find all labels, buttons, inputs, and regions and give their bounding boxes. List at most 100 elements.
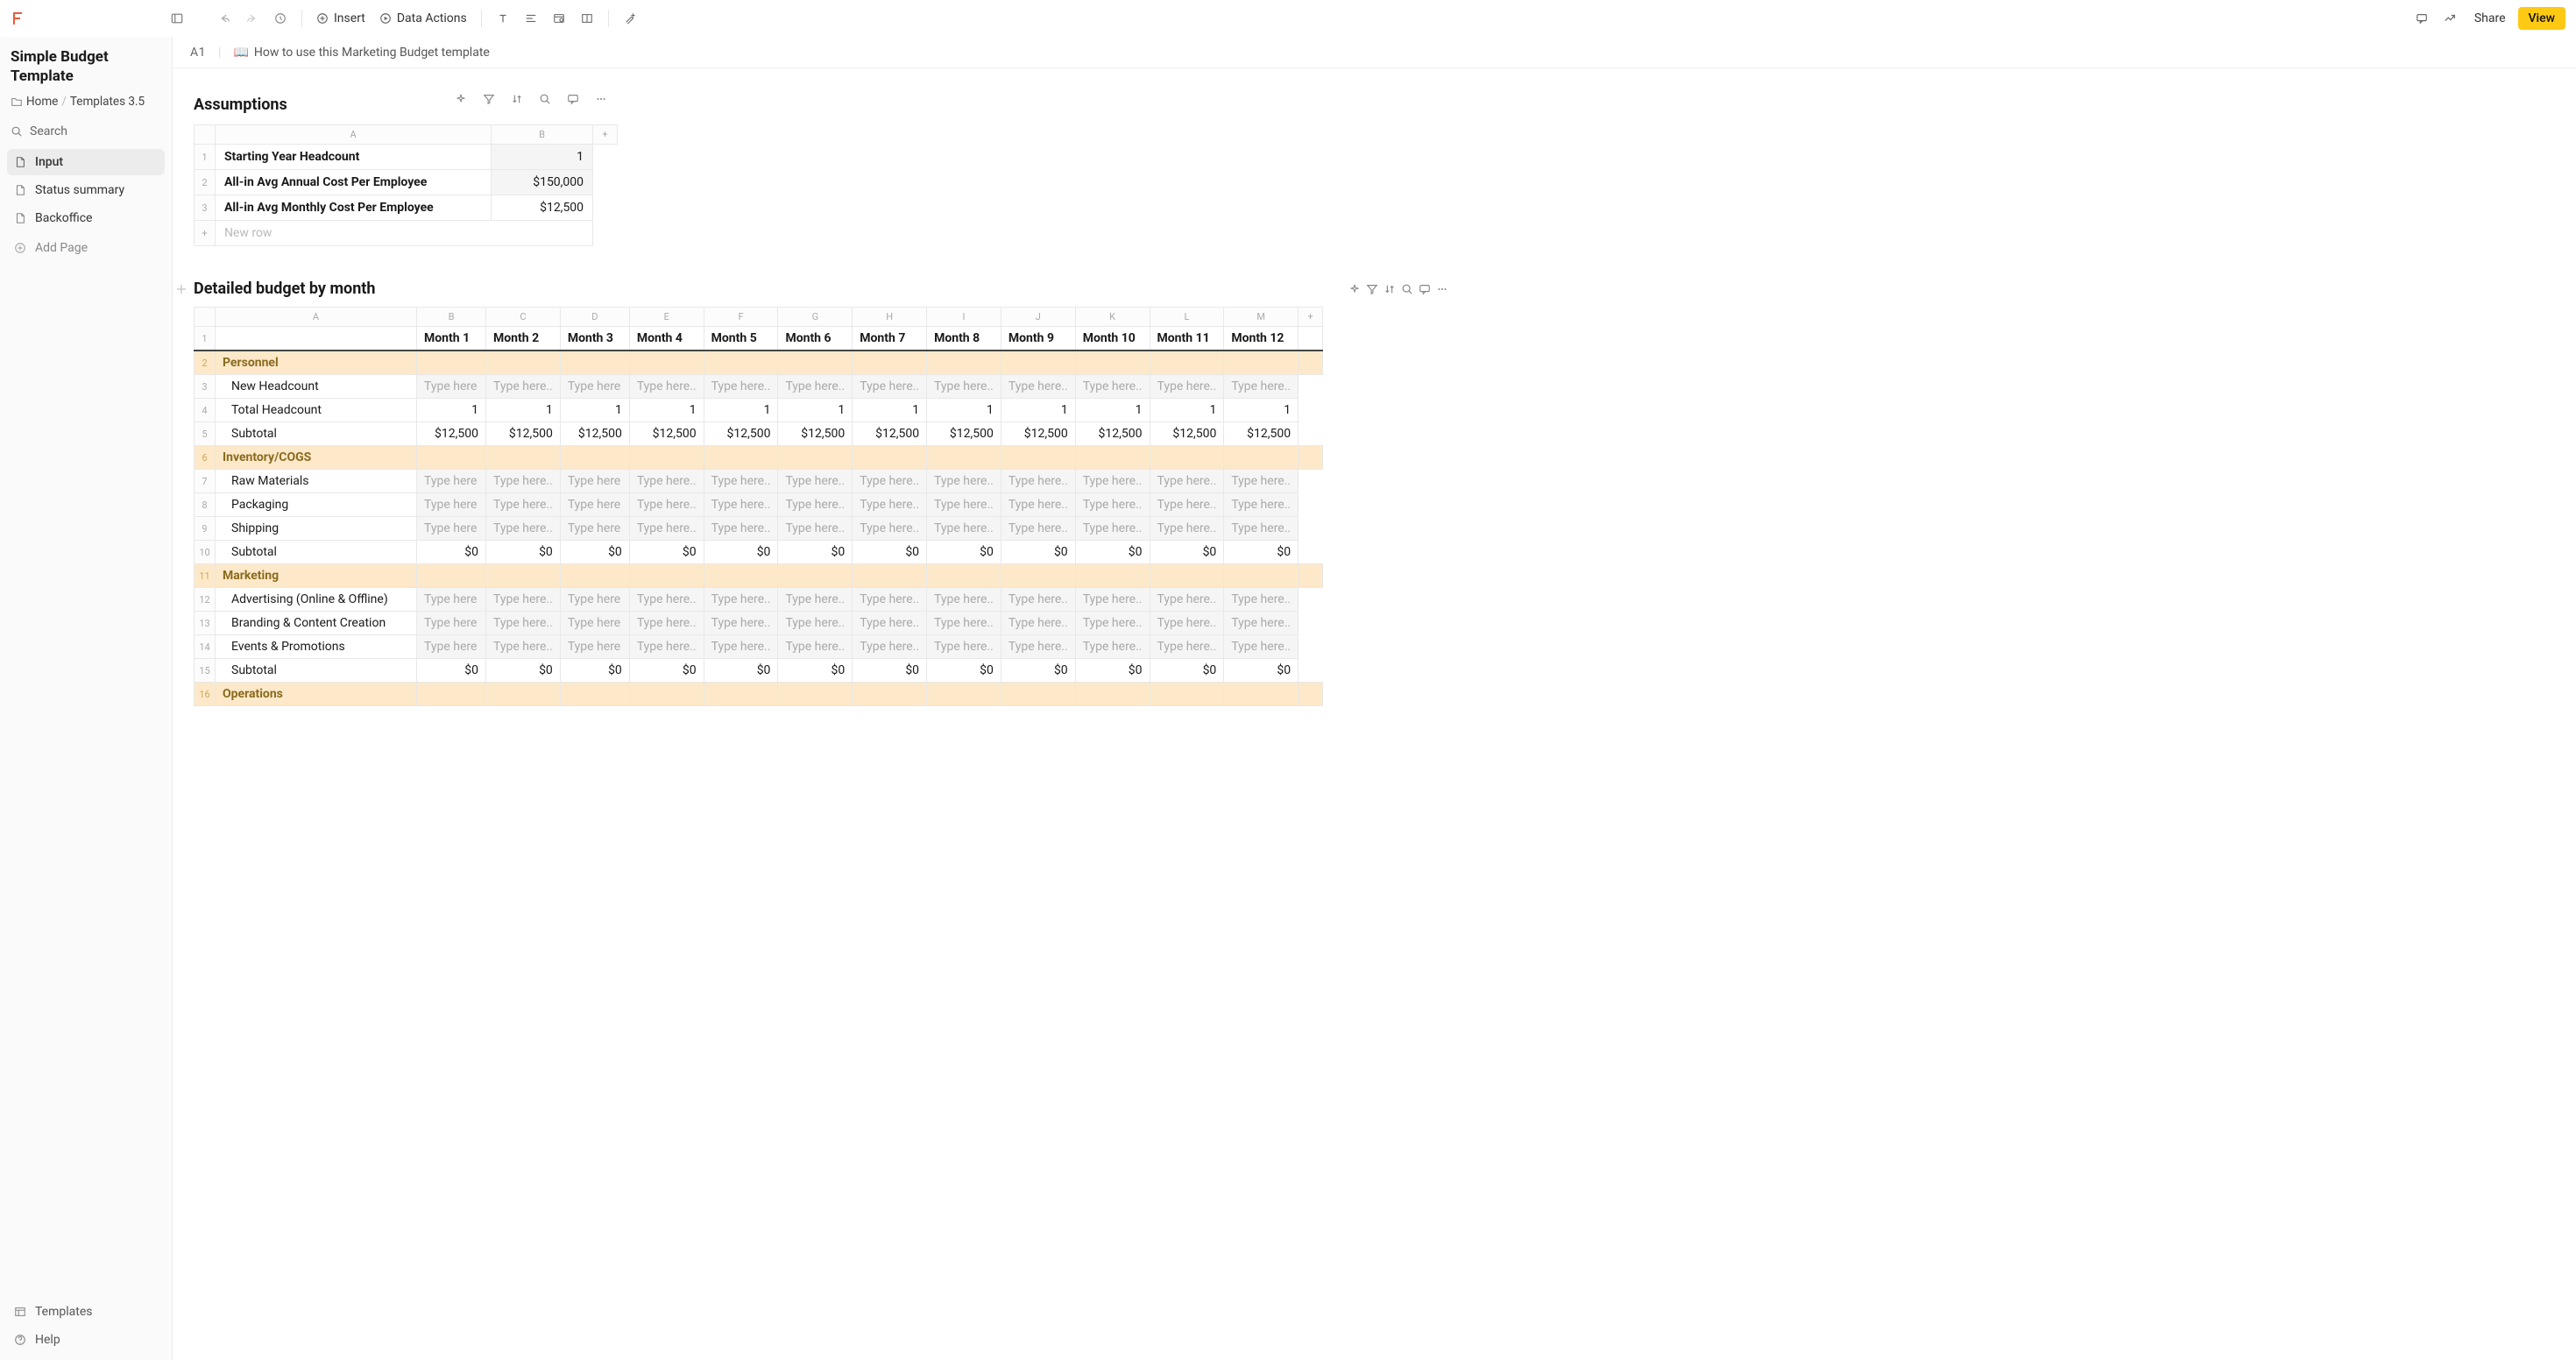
- input-cell[interactable]: Type here..: [927, 635, 1001, 659]
- breadcrumb-home[interactable]: Home: [26, 95, 58, 109]
- cell-value[interactable]: $12,500: [492, 195, 593, 221]
- panel-toggle-icon[interactable]: [165, 6, 189, 31]
- row-label[interactable]: Shipping: [216, 517, 417, 541]
- input-cell[interactable]: Type here..: [704, 470, 778, 493]
- input-cell[interactable]: Type here..: [1150, 517, 1224, 541]
- section-cell[interactable]: [629, 351, 704, 375]
- search-table-icon[interactable]: [1401, 283, 1413, 295]
- value-cell[interactable]: $12,500: [1150, 422, 1224, 446]
- section-cell[interactable]: [417, 351, 486, 375]
- value-cell[interactable]: $0: [1001, 659, 1075, 683]
- value-cell[interactable]: $0: [560, 541, 629, 564]
- section-cell[interactable]: [778, 564, 853, 588]
- section-cell[interactable]: [1150, 683, 1224, 706]
- row-label[interactable]: Advertising (Online & Offline): [216, 588, 417, 612]
- value-cell[interactable]: $0: [1001, 541, 1075, 564]
- breadcrumb-templates[interactable]: Templates 3.5: [70, 95, 145, 109]
- input-cell[interactable]: Type here: [417, 470, 486, 493]
- section-cell[interactable]: [1150, 351, 1224, 375]
- nav-item-input[interactable]: Input: [7, 149, 165, 175]
- input-cell[interactable]: Type here..: [486, 635, 561, 659]
- add-page-button[interactable]: Add Page: [7, 235, 165, 261]
- value-cell[interactable]: 1: [853, 399, 927, 422]
- input-cell[interactable]: Type here..: [486, 588, 561, 612]
- input-cell[interactable]: Type here..: [853, 493, 927, 517]
- value-cell[interactable]: $0: [1224, 541, 1299, 564]
- input-cell[interactable]: Type here..: [1224, 588, 1299, 612]
- cell-reference[interactable]: A1: [190, 46, 206, 60]
- input-cell[interactable]: Type here..: [778, 470, 853, 493]
- section-cell[interactable]: [778, 446, 853, 470]
- value-cell[interactable]: 1: [1150, 399, 1224, 422]
- input-cell[interactable]: Type here: [560, 375, 629, 399]
- footer-help[interactable]: Help: [7, 1327, 165, 1353]
- drag-handle-icon[interactable]: [173, 282, 187, 296]
- col-header-a[interactable]: A: [216, 308, 417, 327]
- input-cell[interactable]: Type here..: [704, 375, 778, 399]
- section-cell[interactable]: [1001, 564, 1075, 588]
- input-cell[interactable]: Type here..: [778, 517, 853, 541]
- section-label[interactable]: Operations: [216, 683, 417, 706]
- section-cell[interactable]: [417, 446, 486, 470]
- section-cell[interactable]: [560, 683, 629, 706]
- month-header[interactable]: Month 11: [1150, 327, 1224, 351]
- input-cell[interactable]: Type here..: [1075, 635, 1150, 659]
- input-cell[interactable]: Type here..: [927, 375, 1001, 399]
- input-cell[interactable]: Type here..: [629, 375, 704, 399]
- value-cell[interactable]: $0: [778, 541, 853, 564]
- col-header-m[interactable]: M: [1224, 308, 1299, 327]
- insert-button[interactable]: Insert: [311, 6, 371, 31]
- redo-icon[interactable]: [240, 6, 265, 31]
- input-cell[interactable]: Type here..: [778, 635, 853, 659]
- value-cell[interactable]: $12,500: [560, 422, 629, 446]
- history-icon[interactable]: [268, 6, 293, 31]
- input-cell[interactable]: Type here: [417, 588, 486, 612]
- month-header[interactable]: Month 6: [778, 327, 853, 351]
- comments-icon[interactable]: [2410, 6, 2434, 31]
- input-cell[interactable]: Type here..: [486, 470, 561, 493]
- month-header[interactable]: Month 5: [704, 327, 778, 351]
- app-logo[interactable]: [11, 10, 28, 27]
- input-cell[interactable]: Type here..: [1001, 517, 1075, 541]
- input-cell[interactable]: Type here: [417, 612, 486, 635]
- section-cell[interactable]: [1001, 446, 1075, 470]
- input-cell[interactable]: Type here: [560, 470, 629, 493]
- col-header-e[interactable]: E: [629, 308, 704, 327]
- input-cell[interactable]: Type here..: [1224, 517, 1299, 541]
- section-cell[interactable]: [486, 351, 561, 375]
- value-cell[interactable]: $12,500: [853, 422, 927, 446]
- input-cell[interactable]: Type here..: [1224, 612, 1299, 635]
- input-cell[interactable]: Type here..: [704, 612, 778, 635]
- input-cell[interactable]: Type here..: [1150, 375, 1224, 399]
- cell[interactable]: [216, 327, 417, 351]
- input-cell[interactable]: Type here..: [704, 635, 778, 659]
- col-header-b[interactable]: B: [492, 125, 593, 145]
- col-header-k[interactable]: K: [1075, 308, 1150, 327]
- row-number[interactable]: 6: [195, 446, 216, 470]
- input-cell[interactable]: Type here..: [1001, 493, 1075, 517]
- sparkle-icon[interactable]: [1348, 283, 1361, 295]
- row-number[interactable]: 12: [195, 588, 216, 612]
- section-cell[interactable]: [1150, 446, 1224, 470]
- col-header-h[interactable]: H: [853, 308, 927, 327]
- input-cell[interactable]: Type here..: [486, 517, 561, 541]
- nav-item-backoffice[interactable]: Backoffice: [7, 205, 165, 231]
- value-cell[interactable]: $12,500: [927, 422, 1001, 446]
- value-cell[interactable]: $0: [927, 541, 1001, 564]
- col-header-l[interactable]: L: [1150, 308, 1224, 327]
- row-number[interactable]: 1: [195, 145, 216, 170]
- row-label[interactable]: Branding & Content Creation: [216, 612, 417, 635]
- section-cell[interactable]: [778, 683, 853, 706]
- value-cell[interactable]: $0: [560, 659, 629, 683]
- row-number[interactable]: 3: [195, 375, 216, 399]
- row-label[interactable]: Subtotal: [216, 659, 417, 683]
- col-header-f[interactable]: F: [704, 308, 778, 327]
- data-actions-button[interactable]: Data Actions: [374, 6, 472, 31]
- value-cell[interactable]: $12,500: [486, 422, 561, 446]
- section-cell[interactable]: [704, 683, 778, 706]
- input-cell[interactable]: Type here..: [1075, 612, 1150, 635]
- value-cell[interactable]: 1: [778, 399, 853, 422]
- comment-table-icon[interactable]: [1419, 283, 1431, 295]
- month-header[interactable]: Month 12: [1224, 327, 1299, 351]
- section-cell[interactable]: [486, 683, 561, 706]
